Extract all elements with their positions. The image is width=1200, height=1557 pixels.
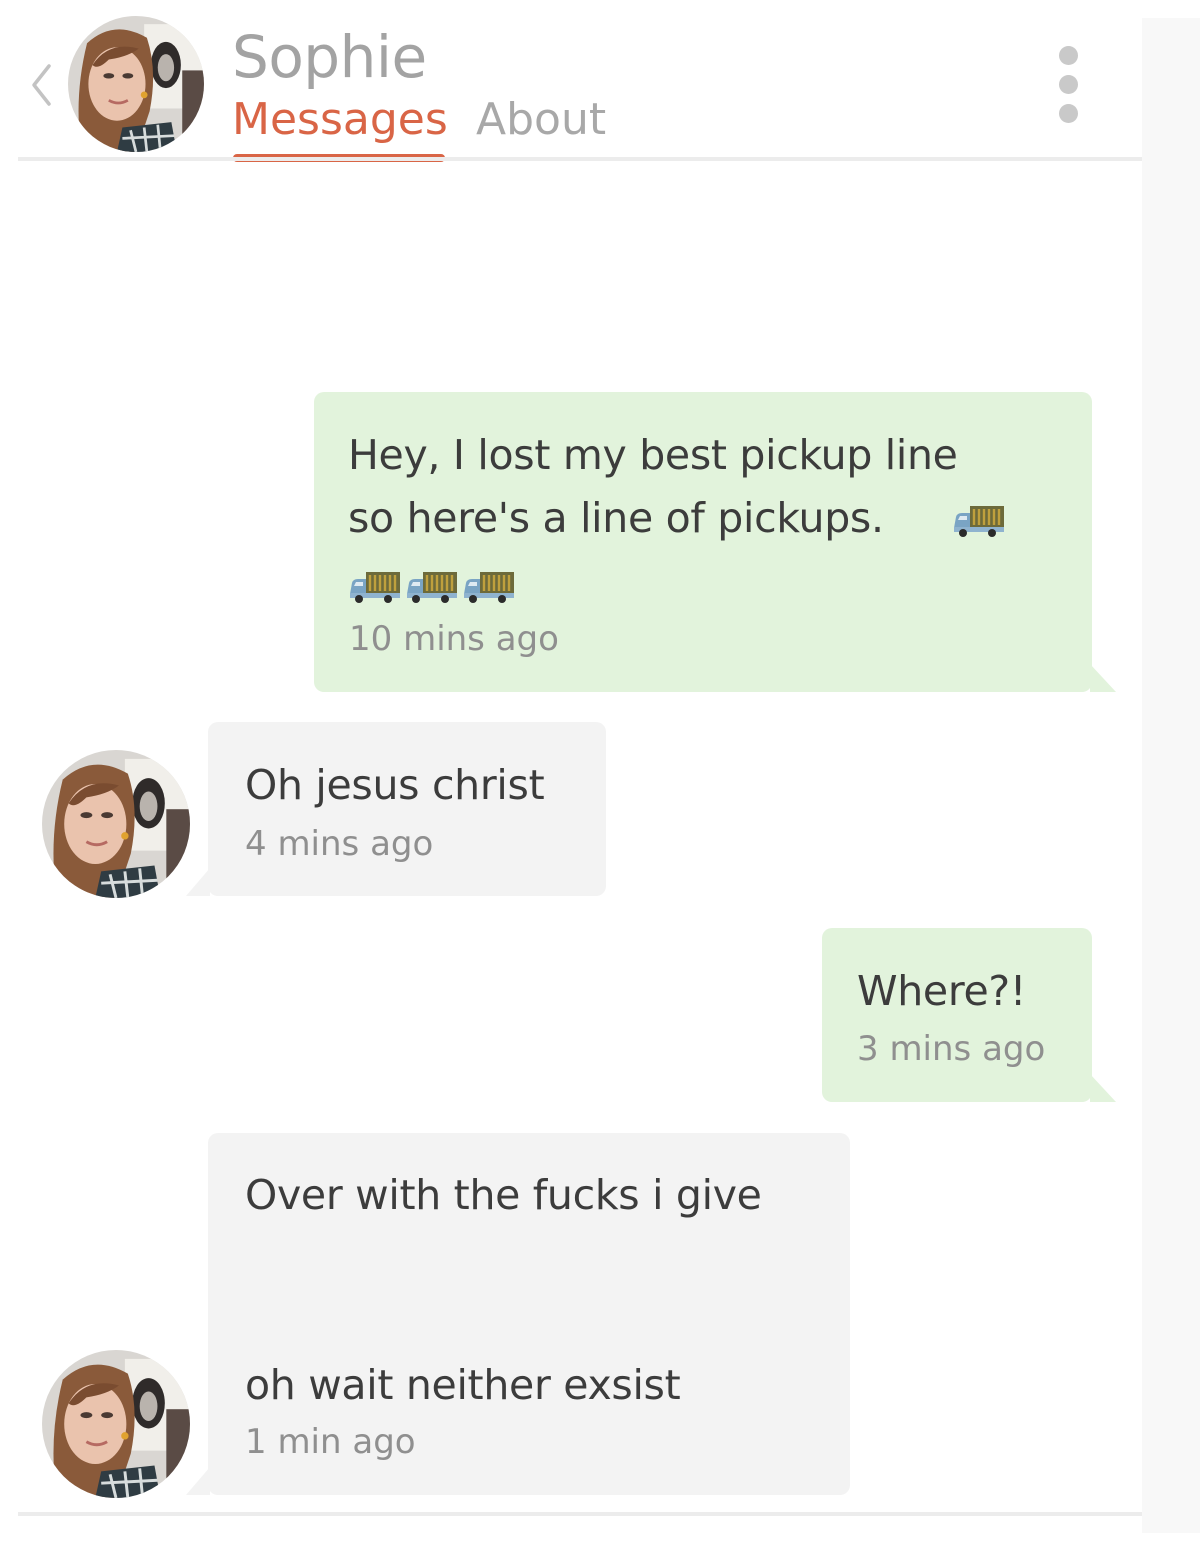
vertical-ellipsis-icon[interactable] bbox=[1052, 42, 1084, 128]
message-text: oh wait neither exsist bbox=[245, 1361, 681, 1409]
message-text: Hey, I lost my best pickup line bbox=[348, 431, 958, 479]
menu-dot bbox=[1059, 46, 1078, 65]
avatar[interactable] bbox=[42, 750, 190, 898]
message-text: Oh jesus christ bbox=[245, 761, 545, 809]
tab-about[interactable]: About bbox=[476, 92, 606, 148]
delivery-truck-icon bbox=[462, 570, 516, 604]
header-divider bbox=[18, 157, 1142, 161]
delivery-truck-icon bbox=[952, 504, 1006, 538]
message-text: Where?! bbox=[857, 967, 1027, 1015]
side-gutter bbox=[1142, 18, 1200, 1533]
footer-divider bbox=[18, 1512, 1142, 1516]
bubble-tail bbox=[1090, 1074, 1116, 1102]
bubble-tail bbox=[1090, 664, 1116, 692]
message-timestamp: 3 mins ago bbox=[857, 1029, 1046, 1069]
bubble-tail bbox=[186, 868, 210, 896]
menu-dot bbox=[1059, 104, 1078, 123]
avatar[interactable] bbox=[68, 16, 204, 152]
chat-screen: Sophie Messages About Hey, I lost my bes… bbox=[0, 0, 1200, 1557]
message-timestamp: 1 min ago bbox=[245, 1422, 416, 1462]
delivery-truck-icon bbox=[348, 570, 402, 604]
avatar[interactable] bbox=[42, 1350, 190, 1498]
contact-name: Sophie bbox=[232, 23, 427, 91]
delivery-truck-icon bbox=[405, 570, 459, 604]
message-text: Over with the fucks i give bbox=[245, 1171, 762, 1219]
message-timestamp: 10 mins ago bbox=[349, 619, 559, 659]
chevron-left-icon[interactable] bbox=[30, 62, 52, 108]
message-timestamp: 4 mins ago bbox=[245, 824, 434, 864]
tab-messages[interactable]: Messages bbox=[232, 92, 448, 148]
menu-dot bbox=[1059, 75, 1078, 94]
message-text: so here's a line of pickups. bbox=[348, 494, 884, 542]
